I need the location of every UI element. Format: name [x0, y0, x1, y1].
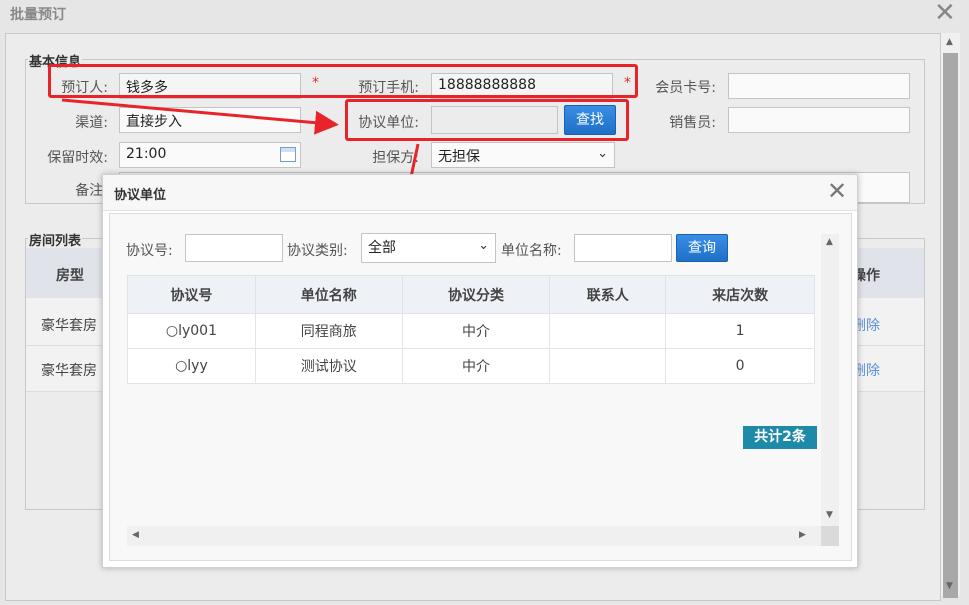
filter-no-input[interactable]	[185, 234, 283, 262]
total-count-badge: 共计2条	[743, 426, 817, 449]
scroll-up-icon[interactable]: ▲	[946, 37, 953, 47]
room-type-header: 房型	[56, 268, 84, 284]
dialog-title: 协议单位	[114, 188, 167, 203]
room-list-legend: 房间列表	[28, 230, 83, 249]
scrollbar-thumb[interactable]	[943, 53, 958, 598]
scrollbar-corner	[821, 526, 839, 546]
table-row[interactable]: ○lyy 测试协议 中介 0	[127, 348, 815, 384]
sales-input[interactable]	[728, 107, 910, 133]
unit-name-cell: 同程商旅	[254, 313, 403, 349]
sales-label: 销售员:	[669, 115, 716, 131]
filter-name-input[interactable]	[574, 234, 672, 262]
scroll-up-icon[interactable]: ▲	[826, 237, 833, 247]
booker-required-mark: *	[312, 75, 319, 91]
guarantee-value: 无担保	[438, 149, 480, 165]
channel-label: 渠道:	[75, 115, 108, 131]
agreement-label: 协议单位:	[358, 115, 419, 131]
dialog-content: 协议号: 协议类别: 全部 ⌄ 单位名称: 查询 协议号 单位名称 协议分类 联…	[109, 213, 852, 561]
calendar-icon[interactable]	[280, 147, 296, 162]
hold-label: 保留时效:	[47, 150, 108, 166]
agreement-no-cell[interactable]: ○lyy	[127, 348, 256, 384]
agreement-unit-dialog: 协议单位 ✕ 协议号: 协议类别: 全部 ⌄ 单位名称: 查询 协议号 单位名称	[102, 174, 858, 568]
query-button[interactable]: 查询	[676, 234, 728, 262]
guarantee-label: 担保方:	[372, 150, 419, 166]
phone-label: 预订手机:	[358, 80, 419, 96]
dialog-vertical-scrollbar[interactable]: ▲ ▼	[821, 234, 839, 526]
filter-type-value: 全部	[368, 240, 396, 256]
visits-cell: 0	[665, 348, 815, 384]
phone-input[interactable]: 18888888888	[431, 73, 613, 99]
agreement-input[interactable]	[431, 106, 558, 134]
agreement-table: 协议号 单位名称 协议分类 联系人 来店次数 ○ly001 同程商旅 中介 1	[127, 275, 815, 384]
room-type-cell: 豪华套房	[41, 363, 97, 379]
col-visits: 来店次数	[665, 275, 815, 314]
dialog-header: 协议单位 ✕	[103, 175, 857, 211]
main-scrollbar[interactable]: ▲ ▼	[941, 33, 960, 598]
agreement-search-button[interactable]: 查找	[564, 105, 616, 135]
channel-select[interactable]: 直接步入	[119, 107, 301, 133]
room-type-cell: 豪华套房	[41, 318, 97, 334]
scroll-left-icon[interactable]: ◀	[132, 530, 139, 540]
filter-type-select[interactable]: 全部 ⌄	[361, 233, 496, 263]
remark-label: 备注:	[75, 183, 108, 199]
chevron-down-icon: ⌄	[478, 238, 489, 253]
dialog-horizontal-scrollbar[interactable]: ◀ ▶	[127, 526, 821, 546]
col-agreement-no: 协议号	[127, 275, 256, 314]
scroll-down-icon[interactable]: ▼	[826, 510, 833, 520]
agreement-no-cell[interactable]: ○ly001	[127, 313, 256, 349]
window-title: 批量预订	[10, 7, 66, 23]
card-input[interactable]	[728, 73, 910, 99]
channel-value: 直接步入	[126, 114, 182, 130]
radio-icon[interactable]: ○	[166, 323, 178, 339]
col-category: 协议分类	[401, 275, 551, 314]
unit-name-cell: 测试协议	[254, 348, 403, 384]
close-icon[interactable]: ✕	[934, 0, 956, 26]
scroll-down-icon[interactable]: ▼	[946, 581, 953, 591]
hold-time-input[interactable]: 21:00	[119, 142, 301, 168]
category-cell: 中介	[401, 313, 551, 349]
visits-cell: 1	[665, 313, 815, 349]
guarantee-select[interactable]: 无担保 ⌄	[431, 142, 615, 168]
booker-input[interactable]: 钱多多	[119, 73, 301, 99]
chevron-down-icon: ⌄	[597, 146, 608, 161]
card-label: 会员卡号:	[655, 80, 716, 96]
col-unit-name: 单位名称	[254, 275, 403, 314]
filter-type-label: 协议类别:	[287, 243, 348, 259]
table-header-row: 协议号 单位名称 协议分类 联系人 来店次数	[127, 275, 815, 314]
booker-label: 预订人:	[61, 80, 108, 96]
contact-cell	[549, 348, 667, 384]
filter-no-label: 协议号:	[126, 243, 173, 259]
col-contact: 联系人	[549, 275, 667, 314]
filter-name-label: 单位名称:	[501, 243, 562, 259]
close-icon[interactable]: ✕	[827, 177, 847, 205]
scroll-right-icon[interactable]: ▶	[799, 530, 806, 540]
table-row[interactable]: ○ly001 同程商旅 中介 1	[127, 313, 815, 349]
hold-time-value: 21:00	[126, 146, 167, 162]
basic-info-legend: 基本信息	[28, 51, 83, 70]
contact-cell	[549, 313, 667, 349]
batch-booking-window: 批量预订 ✕ 基本信息 预订人: 钱多多 * 预订手机: 18888888888…	[0, 0, 969, 605]
radio-icon[interactable]: ○	[175, 358, 187, 374]
phone-required-mark: *	[624, 75, 631, 91]
category-cell: 中介	[401, 348, 551, 384]
